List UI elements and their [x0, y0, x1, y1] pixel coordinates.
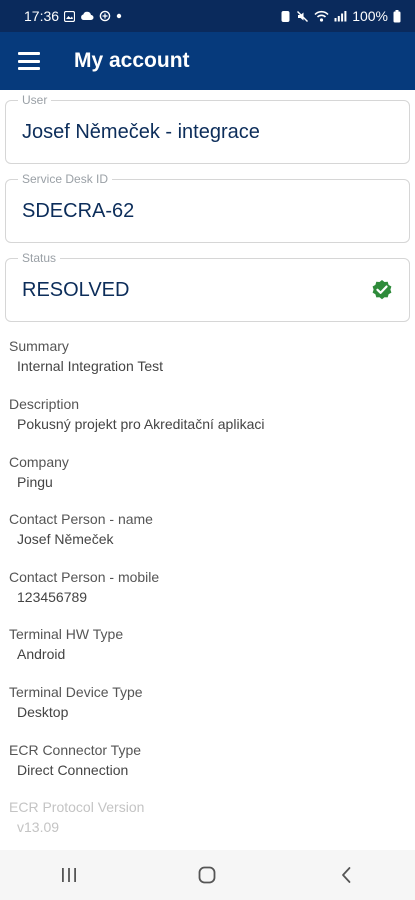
clock: 17:36 — [24, 8, 60, 24]
status-field: Status RESOLVED — [5, 251, 410, 322]
contact-name-label: Contact Person - name — [9, 511, 153, 527]
back-icon[interactable] — [316, 855, 376, 895]
contact-name-value: Josef Němeček — [17, 531, 114, 547]
app-bar: My account — [0, 32, 415, 90]
page-title: My account — [74, 49, 190, 72]
status-label: Status — [18, 251, 61, 265]
alarm-icon — [280, 10, 291, 23]
company-label: Company — [9, 454, 69, 470]
description-value: Pokusný projekt pro Akreditační aplikaci — [17, 416, 265, 432]
ecr-protocol-version-value: v13.09 — [17, 819, 60, 835]
ecr-protocol-version-label: ECR Protocol Version — [9, 799, 145, 815]
recent-apps-icon[interactable] — [39, 855, 99, 895]
wifi-icon — [314, 10, 329, 22]
service-desk-id-label: Service Desk ID — [18, 172, 113, 186]
terminal-hw-type-label: Terminal HW Type — [9, 626, 124, 642]
contact-mobile-item: Contact Person - mobile 123456789 — [9, 569, 159, 605]
gallery-icon — [64, 10, 76, 22]
terminal-device-type-value: Desktop — [17, 704, 69, 720]
summary-value: Internal Integration Test — [17, 358, 164, 374]
ecr-connector-type-label: ECR Connector Type — [9, 742, 142, 758]
notification-dot-icon — [116, 13, 122, 19]
signal-icon — [334, 10, 347, 22]
contact-mobile-value: 123456789 — [17, 589, 88, 605]
description-label: Description — [9, 396, 80, 412]
check-circle-icon — [371, 279, 393, 306]
company-value: Pingu — [17, 474, 53, 490]
contact-name-item: Contact Person - name Josef Němeček — [9, 511, 153, 547]
terminal-hw-type-value: Android — [17, 646, 66, 662]
status-value: RESOLVED — [22, 279, 130, 301]
user-label: User — [18, 93, 52, 107]
service-desk-id-value: SDECRA-62 — [22, 200, 135, 222]
terminal-device-type-item: Terminal Device Type Desktop — [9, 684, 143, 720]
mute-icon — [296, 10, 309, 23]
account-details[interactable]: User Josef Němeček - integrace Service D… — [0, 90, 415, 850]
ecr-protocol-version-item: ECR Protocol Version v13.09 — [9, 799, 144, 835]
cloud-icon — [80, 11, 94, 21]
data-saver-icon — [99, 10, 111, 22]
user-value: Josef Němeček - integrace — [22, 121, 260, 143]
hamburger-menu-icon[interactable] — [18, 52, 40, 70]
summary-item: Summary Internal Integration Test — [9, 338, 163, 374]
description-item: Description Pokusný projekt pro Akredita… — [9, 396, 264, 432]
user-field: User Josef Němeček - integrace — [5, 93, 410, 164]
company-item: Company Pingu — [9, 454, 69, 490]
summary-label: Summary — [9, 338, 69, 354]
ecr-connector-type-item: ECR Connector Type Direct Connection — [9, 742, 141, 778]
contact-mobile-label: Contact Person - mobile — [9, 569, 160, 585]
battery-icon — [393, 9, 401, 23]
terminal-device-type-label: Terminal Device Type — [9, 684, 143, 700]
service-desk-id-field: Service Desk ID SDECRA-62 — [5, 172, 410, 243]
status-bar: 17:36 100% — [0, 0, 415, 32]
system-nav-bar — [0, 850, 415, 900]
home-icon[interactable] — [177, 855, 237, 895]
terminal-hw-type-item: Terminal HW Type Android — [9, 626, 123, 662]
ecr-connector-type-value: Direct Connection — [17, 762, 129, 778]
battery-percent: 100% — [352, 8, 388, 24]
